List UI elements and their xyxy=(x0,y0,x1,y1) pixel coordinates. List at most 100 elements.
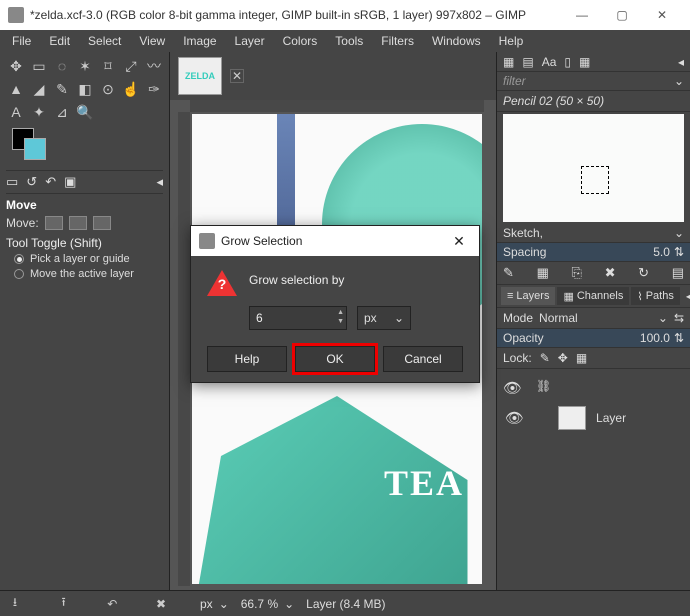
crop-tool-icon[interactable]: ⌑ xyxy=(98,56,118,76)
minimize-button[interactable]: — xyxy=(562,0,602,30)
close-button[interactable]: ✕ xyxy=(642,0,682,30)
grow-by-label: Grow selection by xyxy=(249,270,344,287)
menu-colors[interactable]: Colors xyxy=(275,32,326,50)
lock-position-icon[interactable]: ✥ xyxy=(558,351,568,365)
brush-grid[interactable] xyxy=(503,114,684,222)
menu-view[interactable]: View xyxy=(131,32,173,50)
duplicate-brush-icon[interactable]: ⎘ xyxy=(572,265,582,281)
chevron-down-icon[interactable]: ⌄ xyxy=(284,597,294,611)
patterns-tab-icon[interactable]: ▤ xyxy=(522,55,533,69)
text-tool-icon[interactable]: A xyxy=(6,102,26,122)
background-color[interactable] xyxy=(24,138,46,160)
transform-tool-icon[interactable]: ⤢ xyxy=(121,56,141,76)
help-button[interactable]: Help xyxy=(207,346,287,372)
radio-move-active[interactable]: Move the active layer xyxy=(14,268,163,280)
images-tab-icon[interactable]: ▣ xyxy=(64,174,76,190)
bucket-fill-tool-icon[interactable]: ▲ xyxy=(6,79,26,99)
tab-layers[interactable]: ≡Layers xyxy=(501,287,555,305)
move-selection-icon[interactable] xyxy=(69,216,87,230)
smudge-tool-icon[interactable]: ☝ xyxy=(121,79,141,99)
menu-help[interactable]: Help xyxy=(491,32,532,50)
menu-filters[interactable]: Filters xyxy=(373,32,422,50)
new-brush-icon[interactable]: ▦ xyxy=(537,265,549,281)
mode-select[interactable]: Normal xyxy=(539,311,652,325)
menu-windows[interactable]: Windows xyxy=(424,32,489,50)
chevron-down-icon[interactable]: ⌄ xyxy=(658,311,668,325)
move-layer-icon[interactable] xyxy=(45,216,63,230)
fuzzy-select-tool-icon[interactable]: ✶ xyxy=(75,56,95,76)
zoom-tool-icon[interactable]: 🔍 xyxy=(75,102,95,122)
undo-icon[interactable]: ↶ xyxy=(105,597,119,611)
revert-icon[interactable]: ⭱ xyxy=(57,597,71,611)
spinner-icon[interactable]: ⇅ xyxy=(674,245,684,259)
paint-tab-icon[interactable]: ▦ xyxy=(579,55,590,69)
chevron-down-icon[interactable]: ⌄ xyxy=(674,226,684,240)
clone-tool-icon[interactable]: ⊙ xyxy=(98,79,118,99)
panel-menu-icon[interactable]: ◂ xyxy=(156,174,163,190)
opacity-value[interactable]: 100.0 xyxy=(640,331,670,345)
layer-item[interactable]: 👁 Layer xyxy=(503,403,684,433)
refresh-brush-icon[interactable]: ↻ xyxy=(638,265,649,281)
chevron-down-icon[interactable]: ⌄ xyxy=(674,74,684,88)
panel-menu-icon[interactable]: ◂ xyxy=(678,55,684,69)
warp-tool-icon[interactable]: 〰 xyxy=(144,56,164,76)
delete-icon[interactable]: ✖ xyxy=(154,597,168,611)
eraser-tool-icon[interactable]: ◧ xyxy=(75,79,95,99)
color-swatches[interactable] xyxy=(6,128,46,164)
spin-down-icon[interactable]: ▼ xyxy=(337,317,344,326)
brushes-tab-icon[interactable]: ▦ xyxy=(503,55,514,69)
menu-edit[interactable]: Edit xyxy=(41,32,78,50)
free-select-tool-icon[interactable]: ◌ xyxy=(52,56,72,76)
panel-menu-icon[interactable]: ◂ xyxy=(682,287,690,305)
open-as-image-icon[interactable]: ▤ xyxy=(672,265,684,281)
dialog-title: Grow Selection xyxy=(221,234,447,248)
dialog-close-icon[interactable]: ✕ xyxy=(447,233,471,250)
move-path-icon[interactable] xyxy=(93,216,111,230)
ok-button[interactable]: OK xyxy=(295,346,375,372)
grow-amount-input[interactable]: 6 ▲▼ xyxy=(249,306,347,330)
color-picker-tool-icon[interactable]: ✦ xyxy=(29,102,49,122)
history-tab-icon[interactable]: ▯ xyxy=(564,55,571,69)
fonts-tab-icon[interactable]: Aa xyxy=(542,55,557,69)
close-tab-icon[interactable]: ✕ xyxy=(230,69,244,83)
lock-alpha-icon[interactable]: ▦ xyxy=(576,351,587,365)
cancel-button[interactable]: Cancel xyxy=(383,346,463,372)
maximize-button[interactable]: ▢ xyxy=(602,0,642,30)
menu-select[interactable]: Select xyxy=(80,32,129,50)
menu-image[interactable]: Image xyxy=(175,32,224,50)
radio-pick-layer[interactable]: Pick a layer or guide xyxy=(14,253,163,265)
visibility-toggle-icon[interactable]: 👁 xyxy=(505,409,524,427)
image-tab-thumb[interactable]: ZELDA xyxy=(178,57,222,95)
status-zoom[interactable]: 66.7 % xyxy=(241,597,278,611)
spacing-label: Spacing xyxy=(503,245,653,259)
measure-tool-icon[interactable]: ⊿ xyxy=(52,102,72,122)
edit-brush-icon[interactable]: ✎ xyxy=(503,265,514,281)
chevron-down-icon[interactable]: ⌄ xyxy=(219,597,229,611)
menu-layer[interactable]: Layer xyxy=(227,32,273,50)
gradient-tool-icon[interactable]: ◢ xyxy=(29,79,49,99)
grow-unit-select[interactable]: px ⌄ xyxy=(357,306,411,330)
pencil-tool-icon[interactable]: ✎ xyxy=(52,79,72,99)
brush-selected[interactable] xyxy=(581,166,609,194)
tool-options-tab-icon[interactable]: ▭ xyxy=(6,174,18,190)
move-tool-icon[interactable]: ✥ xyxy=(6,56,26,76)
tab-channels[interactable]: ▦Channels xyxy=(557,287,629,305)
spinner-icon[interactable]: ⇅ xyxy=(674,331,684,345)
layer-name[interactable]: Layer xyxy=(596,411,626,425)
menu-file[interactable]: File xyxy=(4,32,39,50)
mode-switch-icon[interactable]: ⇆ xyxy=(674,311,684,325)
status-unit[interactable]: px xyxy=(200,597,213,611)
tab-paths[interactable]: ⌇Paths xyxy=(631,287,680,305)
brush-category[interactable]: Sketch, xyxy=(503,226,674,240)
save-icon[interactable]: ⭳ xyxy=(8,597,22,611)
lock-pixels-icon[interactable]: ✎ xyxy=(540,351,550,365)
spin-up-icon[interactable]: ▲ xyxy=(337,308,344,317)
paths-tool-icon[interactable]: ✑ xyxy=(144,79,164,99)
device-status-tab-icon[interactable]: ↺ xyxy=(26,174,37,190)
menu-tools[interactable]: Tools xyxy=(327,32,371,50)
delete-brush-icon[interactable]: ✖ xyxy=(605,265,616,281)
undo-history-tab-icon[interactable]: ↶ xyxy=(45,174,56,190)
spacing-value[interactable]: 5.0 xyxy=(653,245,670,259)
brush-filter-input[interactable]: filter xyxy=(503,74,674,88)
rect-select-tool-icon[interactable]: ▭ xyxy=(29,56,49,76)
